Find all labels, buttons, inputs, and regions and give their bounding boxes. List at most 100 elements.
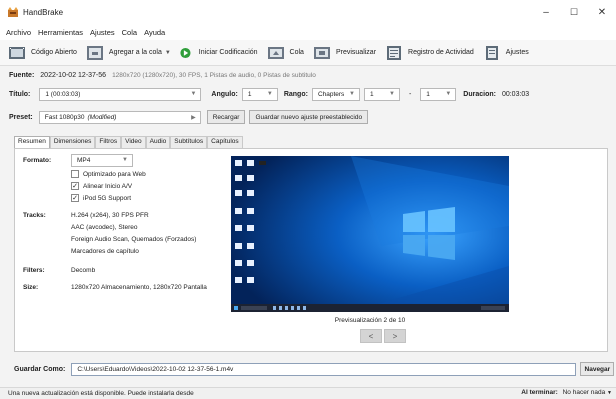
handbrake-logo-icon: [8, 7, 18, 17]
range-start-value: 1: [369, 91, 374, 98]
filters-value: Decomb: [71, 267, 96, 274]
preset-select[interactable]: Fast 1080p30 (Modified) ▶: [38, 110, 201, 124]
format-value: MP4: [77, 157, 91, 164]
menu-bar: Archivo Herramientas Ajustes Cola Ayuda: [0, 24, 616, 40]
chevron-down-icon: ▼: [607, 390, 612, 396]
activity-log-button[interactable]: Registro de Actividad: [385, 45, 474, 61]
close-button[interactable]: ✕: [588, 0, 616, 24]
range-end-select[interactable]: 1 ▼: [420, 88, 457, 101]
track-chapters: Marcadores de capítulo: [71, 248, 139, 255]
title-select[interactable]: 1 (00:03:03) ▼: [39, 88, 202, 101]
preset-row: Preset: Fast 1080p30 (Modified) ▶ Recarg…: [9, 110, 369, 124]
checkbox-box: [71, 170, 79, 178]
checkmark-icon: ✓: [71, 182, 79, 190]
range-type-value: Chapters: [317, 91, 345, 98]
tab-capitulos[interactable]: Capítulos: [207, 136, 243, 148]
summary-panel: Formato: MP4 ▼ Optimizado para Web ✓ Ali…: [14, 148, 608, 352]
start-encode-label: Iniciar Codificación: [198, 49, 258, 56]
play-icon: [180, 47, 191, 58]
settings-button[interactable]: Ajustes: [483, 45, 529, 61]
source-row: Fuente: 2022-10-02 12-37-56 1280x720 (12…: [9, 72, 316, 79]
maximize-button[interactable]: ☐: [560, 0, 588, 24]
when-done-control[interactable]: Al terminar: No hacer nada ▼: [521, 389, 612, 396]
when-done-value: No hacer nada: [562, 389, 606, 396]
reload-preset-button[interactable]: Recargar: [206, 110, 246, 124]
settings-tabs: Resumen Dimensiones Filtros Video Audio …: [14, 136, 243, 149]
chevron-down-icon: ▼: [122, 157, 128, 163]
range-separator: -: [408, 91, 412, 98]
ipod-support-label: iPod 5G Support: [83, 194, 132, 202]
preview-icon: [313, 46, 330, 59]
menu-ayuda[interactable]: Ayuda: [144, 28, 165, 37]
tab-video[interactable]: Video: [121, 136, 146, 148]
queue-label: Cola: [289, 49, 304, 56]
next-preview-button[interactable]: >: [384, 329, 406, 343]
preset-label: Preset:: [9, 113, 33, 121]
chevron-down-icon[interactable]: ▼: [165, 50, 171, 56]
tracks-label: Tracks:: [23, 212, 46, 219]
update-message[interactable]: Una nueva actualización está disponible.…: [8, 390, 194, 397]
duration-label: Duracion:: [463, 91, 496, 98]
source-name: 2022-10-02 12-37-56: [40, 72, 107, 79]
preview-caption: Previsualización 2 de 10: [334, 317, 406, 324]
activity-log-label: Registro de Actividad: [408, 49, 474, 56]
track-subtitle: Foreign Audio Scan, Quemados (Forzados): [71, 236, 197, 243]
angle-select[interactable]: 1 ▼: [241, 88, 278, 101]
browse-button[interactable]: Navegar: [580, 362, 615, 376]
window-title: HandBrake: [23, 7, 64, 17]
title-label: Título:: [9, 91, 31, 98]
tab-dimensiones[interactable]: Dimensiones: [49, 136, 96, 148]
align-av-label: Alinear Inicio A/V: [83, 182, 133, 190]
track-video: H.264 (x264), 30 FPS PFR: [71, 212, 149, 219]
chevron-down-icon: ▼: [348, 91, 355, 97]
title-row: Título: 1 (00:03:03) ▼ Angulo: 1 ▼ Rango…: [9, 88, 529, 101]
menu-archivo[interactable]: Archivo: [6, 28, 31, 37]
desktop-preview-graphic: [231, 156, 509, 312]
ipod-support-checkbox[interactable]: ✓ iPod 5G Support: [71, 194, 131, 202]
save-new-preset-button[interactable]: Guardar nuevo ajuste preestablecido: [249, 110, 369, 124]
toolbar: Código Abierto Agregar a la cola ▼ Inici…: [0, 40, 616, 66]
preset-modified: (Modified): [87, 113, 117, 121]
minimize-button[interactable]: –: [532, 0, 560, 24]
range-start-select[interactable]: 1 ▼: [363, 88, 400, 101]
activity-log-icon: [387, 45, 402, 60]
tab-subtitulos[interactable]: Subtítulos: [170, 136, 208, 148]
size-label: Size:: [23, 284, 39, 291]
menu-herramientas[interactable]: Herramientas: [38, 28, 83, 37]
previous-preview-button[interactable]: <: [360, 329, 382, 343]
settings-icon: [485, 45, 498, 60]
open-source-button[interactable]: Código Abierto: [8, 45, 77, 61]
checkmark-icon: ✓: [71, 194, 79, 202]
menu-cola[interactable]: Cola: [122, 28, 137, 37]
chevron-down-icon: ▼: [388, 91, 395, 97]
menu-ajustes[interactable]: Ajustes: [90, 28, 115, 37]
range-type-select[interactable]: Chapters ▼: [311, 88, 360, 101]
chevron-down-icon: ▼: [266, 91, 273, 97]
queue-button[interactable]: Cola: [267, 45, 304, 61]
destination-path-input[interactable]: C:\Users\Eduardo\Videos\2022-10-02 12-37…: [71, 362, 577, 376]
preview-nav: < >: [360, 329, 408, 343]
filters-label: Filters:: [23, 267, 45, 274]
range-label: Rango:: [283, 91, 308, 98]
web-optimized-checkbox[interactable]: Optimizado para Web: [71, 170, 146, 178]
chevron-right-icon: ▶: [191, 114, 196, 121]
add-to-queue-label: Agregar a la cola: [108, 49, 162, 56]
track-audio: AAC (avcodec), Stereo: [71, 224, 138, 231]
duration-value: 00:03:03: [501, 91, 530, 98]
film-source-icon: [9, 46, 25, 59]
chevron-down-icon: ▼: [445, 91, 452, 97]
preview-label: Previsualizar: [335, 49, 377, 56]
title-bar: HandBrake – ☐ ✕: [0, 0, 616, 24]
format-select[interactable]: MP4 ▼: [71, 154, 133, 167]
add-to-queue-button[interactable]: Agregar a la cola ▼: [86, 45, 171, 61]
source-label: Fuente:: [9, 72, 35, 79]
start-encode-button[interactable]: Iniciar Codificación: [180, 45, 258, 61]
range-end-value: 1: [426, 91, 430, 98]
angle-select-value: 1: [247, 91, 252, 98]
tab-filtros[interactable]: Filtros: [95, 136, 122, 148]
save-as-label: Guardar Como:: [14, 365, 66, 373]
tab-audio[interactable]: Audio: [145, 136, 171, 148]
align-av-checkbox[interactable]: ✓ Alinear Inicio A/V: [71, 182, 132, 190]
preview-button[interactable]: Previsualizar: [313, 45, 376, 61]
add-queue-icon: [86, 45, 103, 60]
